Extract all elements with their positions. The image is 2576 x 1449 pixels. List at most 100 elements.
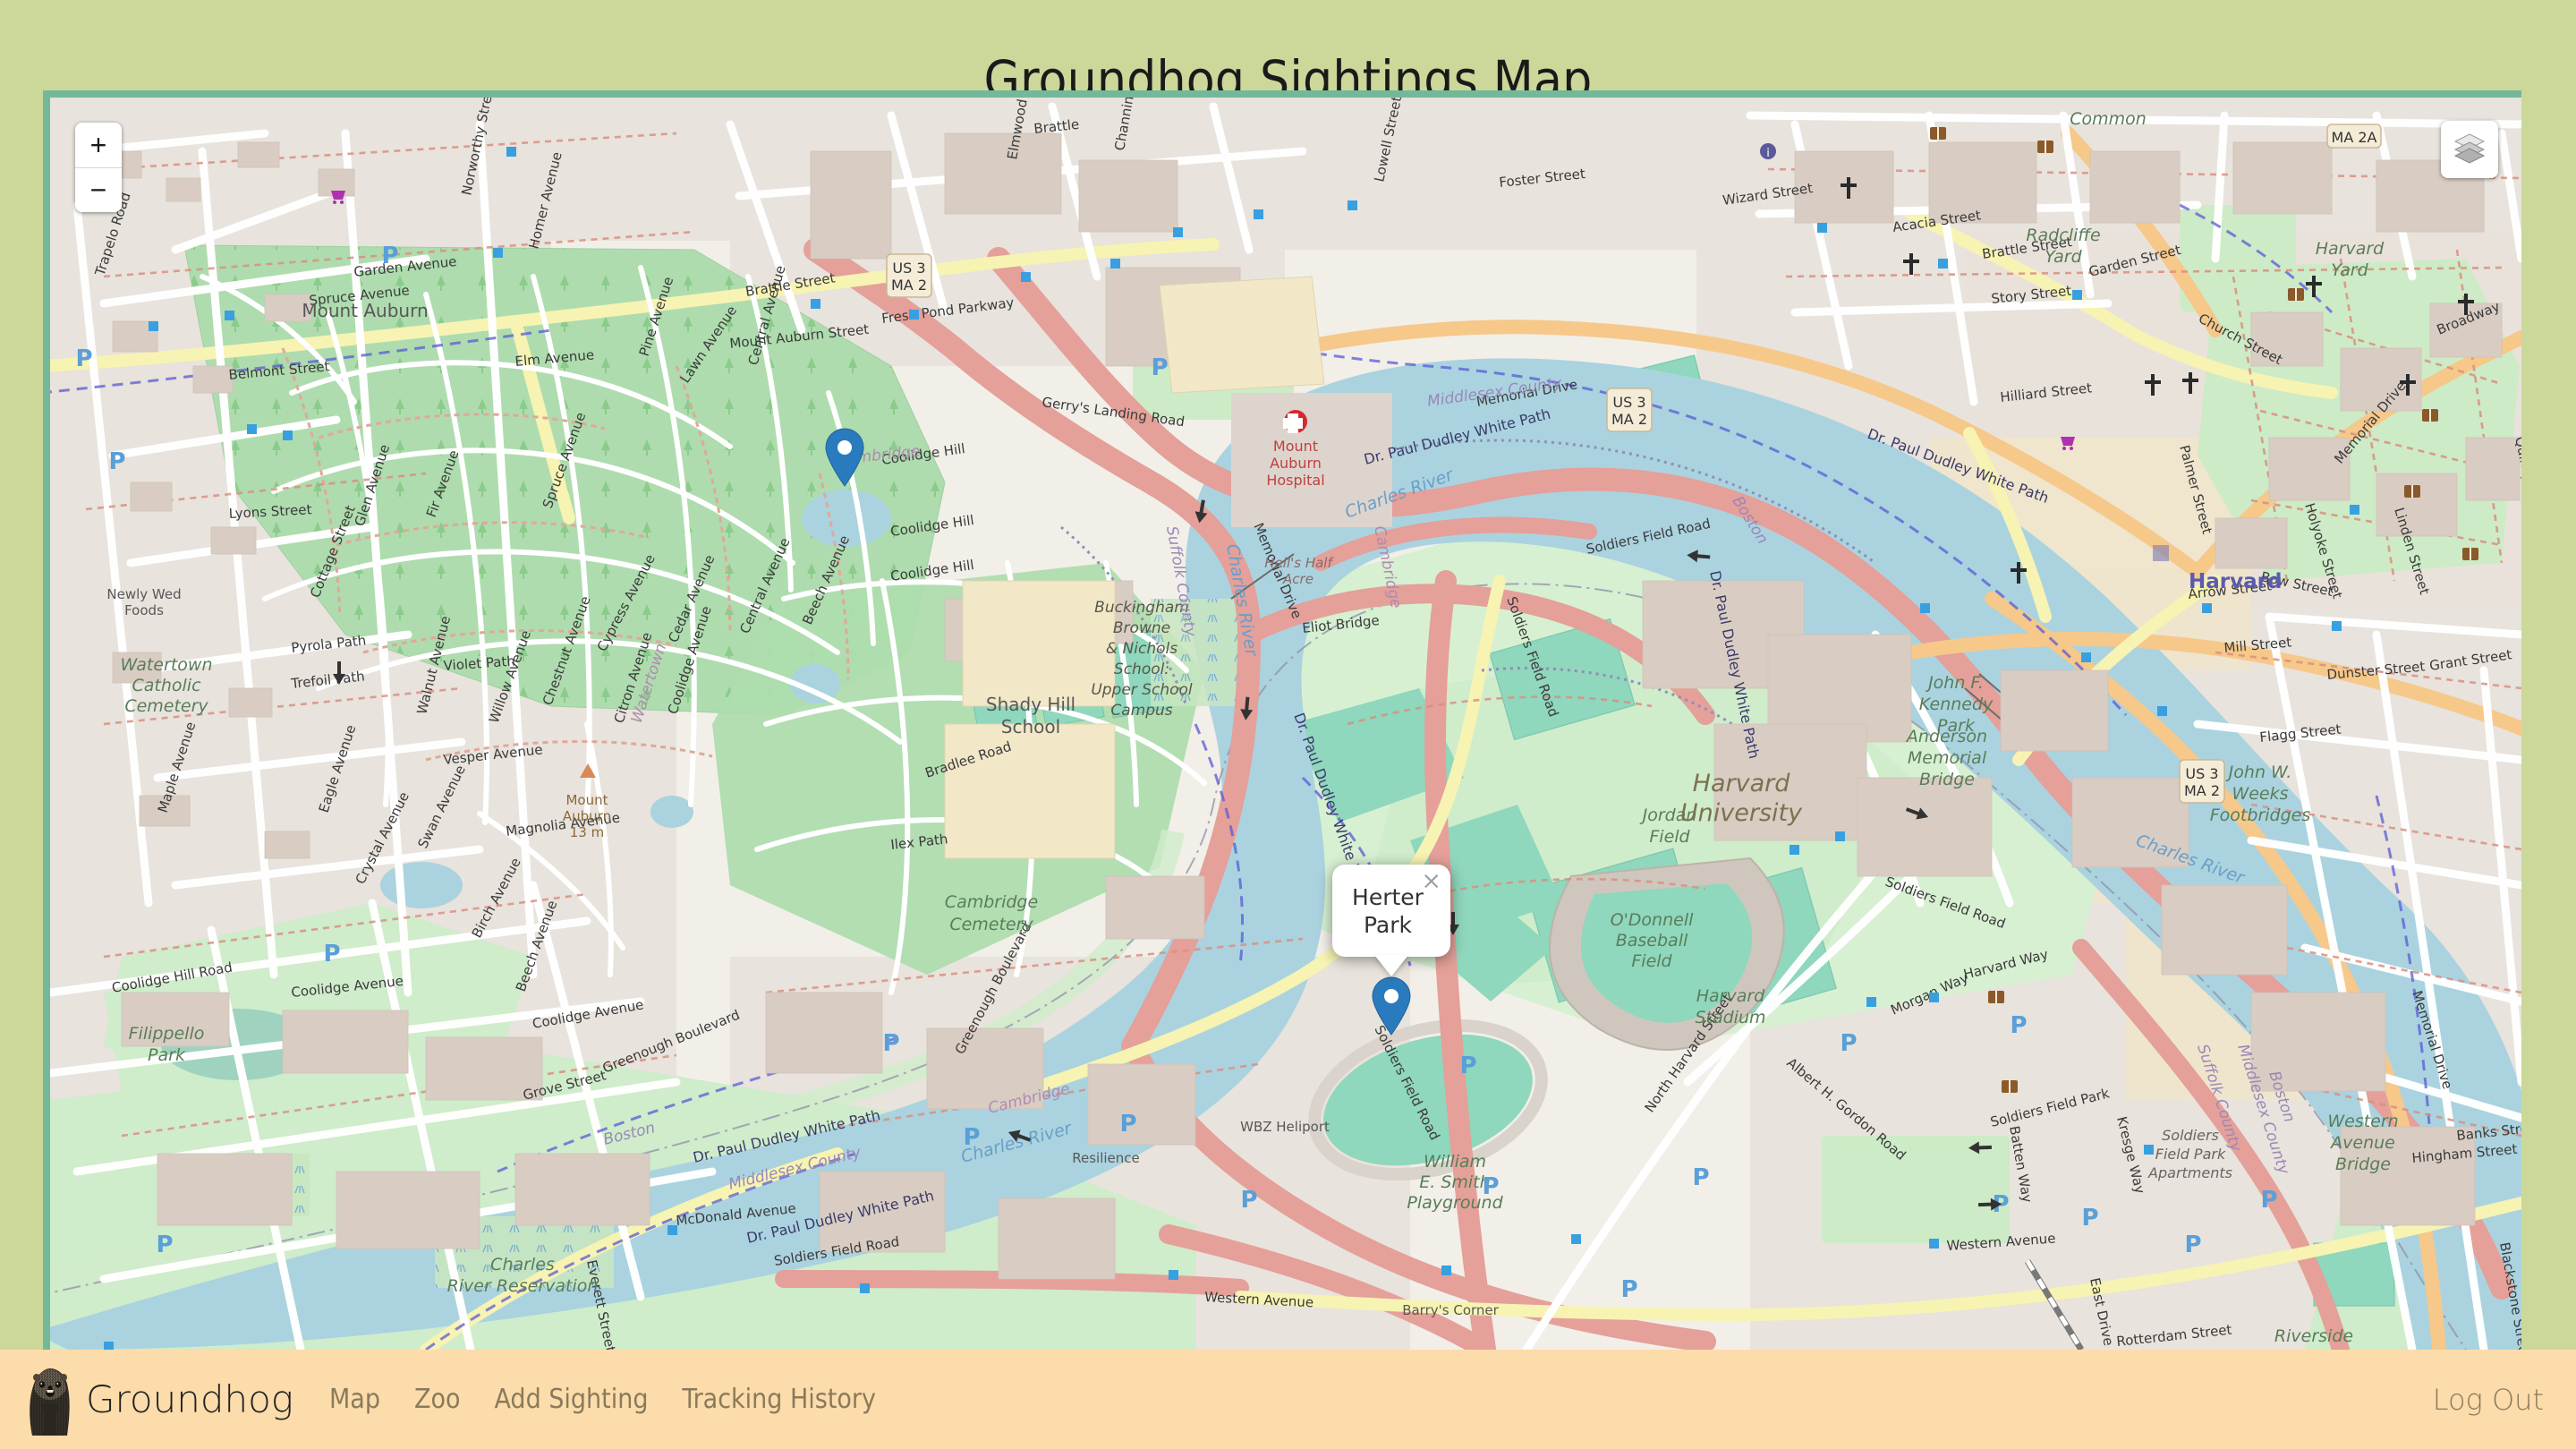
svg-text:P: P <box>1620 1276 1637 1303</box>
svg-text:Shady Hill: Shady Hill <box>986 694 1075 715</box>
svg-text:Mount: Mount <box>565 792 608 808</box>
svg-text:Field Park: Field Park <box>2155 1146 2226 1163</box>
svg-text:P: P <box>1692 1164 1709 1191</box>
layers-icon <box>2452 130 2487 169</box>
svg-text:P: P <box>1482 1173 1499 1200</box>
svg-text:Baseball: Baseball <box>1616 931 1688 950</box>
nav-link-zoo[interactable]: Zoo <box>414 1384 461 1415</box>
page-root: Groundhog Sightings Map Belmont Street S… <box>0 0 2576 1449</box>
svg-text:P: P <box>108 448 125 475</box>
svg-text:P: P <box>1119 1111 1136 1138</box>
svg-text:US 3: US 3 <box>2185 765 2218 782</box>
svg-text:P: P <box>1840 1030 1857 1057</box>
svg-text:Acre: Acre <box>1282 571 1314 587</box>
svg-text:Auburn: Auburn <box>1270 455 1322 472</box>
brand-name: Groundhog <box>86 1377 294 1421</box>
svg-text:Field: Field <box>1649 827 1690 847</box>
svg-text:Apartments: Apartments <box>2147 1164 2232 1181</box>
svg-text:Park: Park <box>148 1045 186 1065</box>
nav-right: Log Out <box>2433 1383 2544 1417</box>
svg-text:Yard: Yard <box>2045 247 2082 267</box>
svg-text:Cambridge: Cambridge <box>945 892 1038 912</box>
svg-text:Harvard: Harvard <box>2189 570 2282 593</box>
svg-text:Mount: Mount <box>1273 438 1318 455</box>
svg-text:US 3: US 3 <box>892 260 925 277</box>
svg-text:Park: Park <box>1937 716 1976 736</box>
zoom-control[interactable]: + − <box>75 123 122 212</box>
map-frame: Belmont Street Spruce Avenue Mount Aubur… <box>43 90 2521 1350</box>
svg-text:& Nichols: & Nichols <box>1106 640 1177 658</box>
svg-text:P: P <box>2260 1187 2277 1214</box>
nav-link-map[interactable]: Map <box>329 1384 380 1415</box>
groundhog-logo-icon <box>23 1362 86 1437</box>
svg-text:Buckingham: Buckingham <box>1094 599 1189 617</box>
svg-text:Browne: Browne <box>1113 619 1170 637</box>
svg-text:MA 2: MA 2 <box>891 277 927 294</box>
svg-text:Upper School: Upper School <box>1091 681 1193 699</box>
svg-text:Field: Field <box>1631 951 1672 971</box>
brand-link[interactable]: Groundhog <box>23 1362 293 1437</box>
svg-text:P: P <box>1240 1187 1257 1214</box>
svg-text:University: University <box>1680 799 1803 827</box>
svg-text:Footbridges: Footbridges <box>2210 805 2311 825</box>
svg-text:P: P <box>2081 1205 2098 1232</box>
svg-text:Newly Wed: Newly Wed <box>106 586 181 602</box>
svg-text:P: P <box>2010 1012 2027 1039</box>
popup-close-icon[interactable]: × <box>1421 869 1441 893</box>
svg-text:River Reservation: River Reservation <box>447 1276 599 1296</box>
layers-control-button[interactable] <box>2441 121 2498 178</box>
svg-text:John W.: John W. <box>2225 763 2292 782</box>
svg-text:13 m: 13 m <box>570 824 604 840</box>
svg-text:School: School <box>1001 716 1060 737</box>
svg-text:MA 2: MA 2 <box>2184 782 2220 799</box>
svg-text:Auburn: Auburn <box>563 808 611 824</box>
svg-text:Harvard: Harvard <box>1696 986 1765 1006</box>
svg-text:William: William <box>1424 1152 1486 1172</box>
svg-text:P: P <box>75 345 92 372</box>
svg-text:Western: Western <box>2327 1112 2398 1131</box>
svg-text:Campus: Campus <box>1110 702 1172 720</box>
popup-title: Herter Park <box>1352 884 1424 938</box>
svg-text:Stadium: Stadium <box>1695 1008 1765 1027</box>
svg-text:Mount Auburn: Mount Auburn <box>302 300 428 321</box>
svg-text:Common: Common <box>2070 109 2147 129</box>
map-marker-sighting-1[interactable] <box>824 428 865 487</box>
openstreetmap-canvas[interactable]: Belmont Street Spruce Avenue Mount Aubur… <box>50 98 2521 1350</box>
bottom-navbar: Groundhog Map Zoo Add Sighting Tracking … <box>0 1350 2576 1449</box>
svg-text:Harvard: Harvard <box>2316 239 2385 259</box>
map-viewport[interactable]: Belmont Street Spruce Avenue Mount Aubur… <box>50 98 2521 1350</box>
svg-text:Hell's Half: Hell's Half <box>1264 555 1334 571</box>
svg-text:O'Donnell: O'Donnell <box>1611 910 1694 930</box>
svg-text:Foods: Foods <box>124 602 164 618</box>
svg-text:Riverside: Riverside <box>2274 1326 2353 1346</box>
popup-tip <box>1373 955 1408 976</box>
svg-text:Charles: Charles <box>490 1255 555 1274</box>
logout-link[interactable]: Log Out <box>2433 1383 2544 1417</box>
svg-text:MA 2A: MA 2A <box>2332 129 2377 146</box>
svg-text:i: i <box>1766 147 1770 160</box>
nav-links: Map Zoo Add Sighting Tracking History <box>329 1384 876 1415</box>
svg-text:Memorial: Memorial <box>1908 748 1987 768</box>
svg-text:P: P <box>381 243 398 269</box>
svg-text:MA 2: MA 2 <box>1611 411 1647 428</box>
svg-text:Catholic: Catholic <box>132 676 201 695</box>
map-popup[interactable]: × Herter Park <box>1332 865 1450 976</box>
svg-text:Watertown: Watertown <box>121 655 213 675</box>
svg-text:Bridge: Bridge <box>2335 1155 2391 1174</box>
svg-text:Filippello: Filippello <box>129 1024 205 1044</box>
svg-text:US 3: US 3 <box>1612 394 1645 411</box>
nav-link-tracking-history[interactable]: Tracking History <box>683 1384 877 1415</box>
svg-text:Resilience: Resilience <box>1072 1150 1140 1166</box>
svg-text:E. Smith: E. Smith <box>1419 1172 1490 1192</box>
zoom-out-button[interactable]: − <box>75 167 122 212</box>
svg-text:P: P <box>1459 1053 1476 1079</box>
svg-text:Hospital: Hospital <box>1266 472 1324 489</box>
nav-link-add-sighting[interactable]: Add Sighting <box>495 1384 649 1415</box>
svg-text:Soldiers: Soldiers <box>2162 1127 2219 1144</box>
svg-text:Cemetery: Cemetery <box>124 696 208 716</box>
svg-text:Radcliffe: Radcliffe <box>2026 226 2100 245</box>
svg-text:Bridge: Bridge <box>1919 770 1975 789</box>
svg-text:P: P <box>1151 354 1168 381</box>
zoom-in-button[interactable]: + <box>75 123 122 168</box>
map-marker-sighting-2[interactable] <box>1371 976 1412 1036</box>
